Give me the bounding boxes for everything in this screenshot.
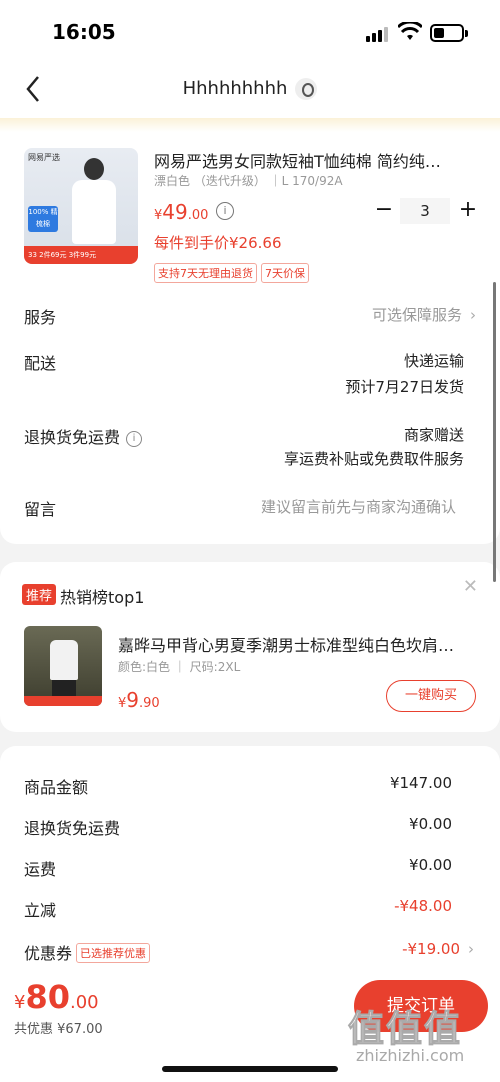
thumb-brand-text: 网易严选 [28, 153, 60, 162]
return-shipping-value: 商家赠送 [403, 426, 464, 444]
total-discount: 共优惠 ¥67.00 [14, 1022, 103, 1037]
shop-name: Hhhhhhhhh [182, 78, 288, 99]
service-label: 服务 [24, 308, 57, 327]
total-dec: .00 [69, 992, 99, 1013]
instant-discount-value: -¥48.00 [394, 897, 452, 915]
product-price: ¥49.00 [154, 200, 208, 224]
thumb-model [72, 158, 116, 258]
rec-price-dec: .90 [139, 696, 160, 711]
price-info-icon[interactable]: i [216, 202, 234, 220]
note-input[interactable]: 建议留言前先与商家沟通确认 [261, 496, 456, 517]
return-shipping-detail: 享运费补贴或免费取件服务 [283, 450, 464, 468]
quantity-stepper: − 3 + [374, 198, 478, 224]
instant-discount-label: 立减 [24, 901, 57, 920]
total-int: 80 [25, 978, 70, 1016]
return-free-value: ¥0.00 [409, 815, 452, 833]
chevron-right-icon: › [470, 306, 476, 324]
product-title[interactable]: 网易严选男女同款短袖T恤纯棉 简约纯… [154, 148, 474, 172]
shop-icon[interactable] [295, 78, 318, 100]
quantity-plus-button[interactable]: + [458, 198, 478, 224]
return-free-label: 退换货免运费 [24, 819, 121, 838]
shipping-label: 运费 [24, 860, 57, 879]
return-shipping-label: 退换货免运费 i [24, 424, 143, 448]
delivery-method: 快递运输 [403, 352, 464, 370]
unit-price: 每件到手价¥26.66 [154, 234, 282, 252]
price-int: 49 [162, 200, 188, 224]
delivery-date: 预计7月27日发货 [345, 378, 464, 396]
recommend-title: 热销榜top1 [60, 588, 145, 607]
status-bar: 16:05 [0, 0, 500, 62]
recommend-card: 推荐 热销榜top1 ✕ 嘉晔马甲背心男夏季潮男士标准型纯白色坎肩… 颜色:白色… [0, 562, 500, 732]
order-card: 网易严选 100% 精梳棉 33 2件69元 3件99元 网易严选男女同款短袖T… [0, 132, 500, 544]
total-price: ¥80.00 [14, 978, 99, 1016]
product-spec[interactable]: 漂白色 （迭代升级） ｜L 170/92A [154, 172, 343, 189]
product-tags: 支持7天无理由退货 7天价保 [154, 262, 313, 283]
one-click-buy-button[interactable]: 一键购买 [386, 680, 476, 712]
price-dec: .00 [187, 208, 209, 223]
chevron-right-icon: › [468, 940, 474, 958]
cellular-signal-icon [366, 26, 390, 42]
coupon-label: 优惠券 已选推荐优惠 [24, 940, 151, 964]
scrollbar[interactable] [493, 282, 496, 582]
coupon-tag: 已选推荐优惠 [76, 943, 151, 963]
total-symbol: ¥ [14, 992, 26, 1013]
recommend-price: ¥9.90 [118, 688, 160, 712]
return-shipping-label-text: 退换货免运费 [24, 428, 121, 447]
product-image[interactable]: 网易严选 100% 精梳棉 33 2件69元 3件99元 [24, 148, 138, 264]
watermark-logo: 值值值 [347, 1009, 463, 1051]
thumb-promo: 33 2件69元 3件99元 [24, 246, 138, 264]
header-gradient-strip [0, 118, 500, 132]
coupon-label-text: 优惠券 [24, 944, 73, 963]
coupon-value-text: -¥19.00 [402, 940, 460, 958]
nav-bar: Hhhhhhhhh [0, 62, 500, 118]
goods-amount-label: 商品金额 [24, 778, 89, 797]
tag-return: 支持7天无理由退货 [154, 263, 257, 283]
page-title: Hhhhhhhhh [0, 78, 500, 100]
recommend-product-image[interactable] [24, 626, 102, 706]
quantity-minus-button[interactable]: − [374, 198, 394, 224]
service-value-text: 可选保障服务 [371, 306, 462, 324]
summary-card: 商品金额 ¥147.00 退换货免运费 ¥0.00 运费 ¥0.00 立减 -¥… [0, 746, 500, 996]
note-label: 留言 [24, 500, 57, 519]
info-icon[interactable]: i [126, 431, 143, 447]
coupon-value[interactable]: -¥19.00 › [402, 940, 474, 958]
recommend-product-name[interactable]: 嘉晔马甲背心男夏季潮男士标准型纯白色坎肩… [118, 632, 478, 656]
recommend-product-spec: 颜色:白色 ｜ 尺码:2XL [118, 660, 241, 674]
watermark-url: zhizhizhi.com [356, 1046, 465, 1065]
thumb-badge: 100% 精梳棉 [28, 206, 58, 232]
delivery-label: 配送 [24, 354, 57, 373]
wifi-icon [398, 22, 422, 40]
battery-icon [430, 24, 468, 42]
home-indicator[interactable] [162, 1066, 338, 1072]
rec-price-int: 9 [126, 688, 140, 712]
shipping-value: ¥0.00 [409, 856, 452, 874]
close-icon[interactable]: ✕ [463, 576, 478, 597]
service-value[interactable]: 可选保障服务 › [372, 304, 476, 325]
recommend-badge: 推荐 [22, 584, 57, 605]
status-time: 16:05 [52, 20, 116, 44]
tag-price-protect: 7天价保 [261, 263, 309, 283]
goods-amount-value: ¥147.00 [389, 774, 452, 792]
quantity-value[interactable]: 3 [400, 198, 450, 224]
